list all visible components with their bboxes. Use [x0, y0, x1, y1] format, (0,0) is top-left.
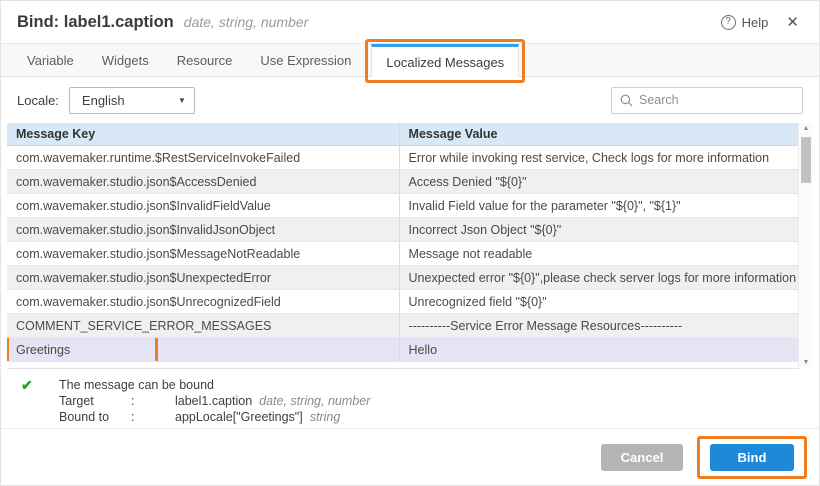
message-value-cell[interactable]: Hello	[399, 338, 798, 361]
dialog-title: Bind: label1.caption	[17, 13, 174, 32]
check-icon: ✔	[21, 377, 59, 393]
table-row[interactable]: com.wavemaker.studio.json$UnexpectedErro…	[7, 266, 798, 290]
message-value-cell[interactable]: Access Denied "${0}"	[399, 170, 798, 193]
tab-bar: Variable Widgets Resource Use Expression Loc…	[1, 43, 819, 77]
scrollbar-track[interactable]	[799, 135, 813, 357]
help-label: Help	[742, 15, 769, 30]
table-row[interactable]: com.wavemaker.studio.json$UnrecognizedFi…	[7, 290, 798, 314]
target-label: Target	[59, 393, 131, 409]
table-row[interactable]: com.wavemaker.runtime.$RestServiceInvoke…	[7, 146, 798, 170]
dialog-footer: Cancel Bind	[1, 428, 819, 485]
colon: :	[131, 393, 175, 409]
message-value-cell[interactable]: Unexpected error "${0}",please check ser…	[399, 266, 798, 289]
dialog-titlebar: Bind: label1.caption date, string, numbe…	[1, 1, 819, 43]
tab-label: Widgets	[102, 53, 149, 68]
locale-selected-value: English	[82, 93, 125, 108]
message-value-cell[interactable]: Invalid Field value for the parameter "$…	[399, 194, 798, 217]
bind-dialog: Bind: label1.caption date, string, numbe…	[0, 0, 820, 486]
tab-label: Resource	[177, 53, 233, 68]
search-input[interactable]	[639, 93, 794, 107]
table-row-partial	[7, 362, 798, 369]
message-key-cell[interactable]: COMMENT_SERVICE_ERROR_MESSAGES	[7, 314, 399, 337]
colon: :	[131, 409, 175, 425]
bound-to-label: Bound to	[59, 409, 131, 425]
bind-annotation-highlight: Bind	[697, 436, 807, 479]
table-row[interactable]: com.wavemaker.studio.json$MessageNotRead…	[7, 242, 798, 266]
bind-button[interactable]: Bind	[710, 444, 794, 471]
help-button[interactable]: ? Help	[721, 15, 769, 30]
locale-dropdown[interactable]: English ▼	[69, 87, 195, 114]
toolbar: Locale: English ▼	[1, 77, 819, 123]
table-header-row: Message Key Message Value	[7, 123, 798, 146]
scroll-down-icon[interactable]: ▼	[803, 357, 810, 369]
table-row[interactable]: COMMENT_SERVICE_ERROR_MESSAGES----------…	[7, 314, 798, 338]
message-value-cell[interactable]: Incorrect Json Object "${0}"	[399, 218, 798, 241]
status-message: The message can be bound	[59, 377, 214, 393]
tab-label: Use Expression	[260, 53, 351, 68]
search-icon	[620, 94, 633, 107]
table-scrollbar[interactable]: ▲ ▼	[798, 123, 813, 369]
table-row[interactable]: com.wavemaker.studio.json$AccessDeniedAc…	[7, 170, 798, 194]
locale-label: Locale:	[17, 93, 59, 108]
message-key-cell[interactable]: com.wavemaker.studio.json$AccessDenied	[7, 170, 399, 193]
message-value-cell[interactable]: ----------Service Error Message Resource…	[399, 314, 798, 337]
cancel-button[interactable]: Cancel	[601, 444, 683, 471]
close-icon[interactable]: ✕	[782, 11, 803, 33]
tab-use-expression[interactable]: Use Expression	[246, 44, 365, 76]
search-box[interactable]	[611, 87, 803, 114]
tab-variable[interactable]: Variable	[13, 44, 88, 76]
messages-table-zone: Message Key Message Value com.wavemaker.…	[7, 123, 813, 369]
tab-label: Variable	[27, 53, 74, 68]
message-key-cell[interactable]: Greetings	[7, 338, 399, 361]
help-icon: ?	[721, 15, 736, 30]
target-types: date, string, number	[259, 393, 370, 409]
tab-annotation-highlight: Localized Messages	[365, 39, 525, 83]
chevron-down-icon: ▼	[178, 96, 186, 105]
message-value-cell[interactable]: Unrecognized field "${0}"	[399, 290, 798, 313]
tab-localized-messages[interactable]: Localized Messages	[371, 44, 519, 77]
tab-widgets[interactable]: Widgets	[88, 44, 163, 76]
binding-status: ✔ The message can be bound Target : labe…	[1, 369, 819, 425]
bound-to-value: appLocale["Greetings"]	[175, 409, 303, 425]
scrollbar-thumb[interactable]	[801, 137, 811, 183]
column-header-message-value[interactable]: Message Value	[399, 123, 798, 145]
message-value-cell[interactable]: Message not readable	[399, 242, 798, 265]
table-row[interactable]: com.wavemaker.studio.json$InvalidJsonObj…	[7, 218, 798, 242]
dialog-subtitle: date, string, number	[184, 14, 309, 30]
bound-to-type: string	[310, 409, 341, 425]
table-body: com.wavemaker.runtime.$RestServiceInvoke…	[7, 146, 798, 369]
scroll-up-icon[interactable]: ▲	[803, 123, 810, 135]
table-row[interactable]: com.wavemaker.studio.json$InvalidFieldVa…	[7, 194, 798, 218]
column-header-message-key[interactable]: Message Key	[7, 123, 399, 145]
target-value: label1.caption	[175, 393, 252, 409]
table-row[interactable]: GreetingsHello	[7, 338, 798, 362]
message-key-cell[interactable]: com.wavemaker.studio.json$UnexpectedErro…	[7, 266, 399, 289]
message-key-cell[interactable]: com.wavemaker.studio.json$InvalidFieldVa…	[7, 194, 399, 217]
message-value-cell[interactable]: Error while invoking rest service, Check…	[399, 146, 798, 169]
tab-label: Localized Messages	[386, 55, 504, 70]
messages-table: Message Key Message Value com.wavemaker.…	[7, 123, 798, 369]
message-key-cell[interactable]: com.wavemaker.studio.json$MessageNotRead…	[7, 242, 399, 265]
message-key-cell[interactable]: com.wavemaker.runtime.$RestServiceInvoke…	[7, 146, 399, 169]
message-key-cell[interactable]: com.wavemaker.studio.json$UnrecognizedFi…	[7, 290, 399, 313]
tab-resource[interactable]: Resource	[163, 44, 247, 76]
message-key-cell[interactable]: com.wavemaker.studio.json$InvalidJsonObj…	[7, 218, 399, 241]
